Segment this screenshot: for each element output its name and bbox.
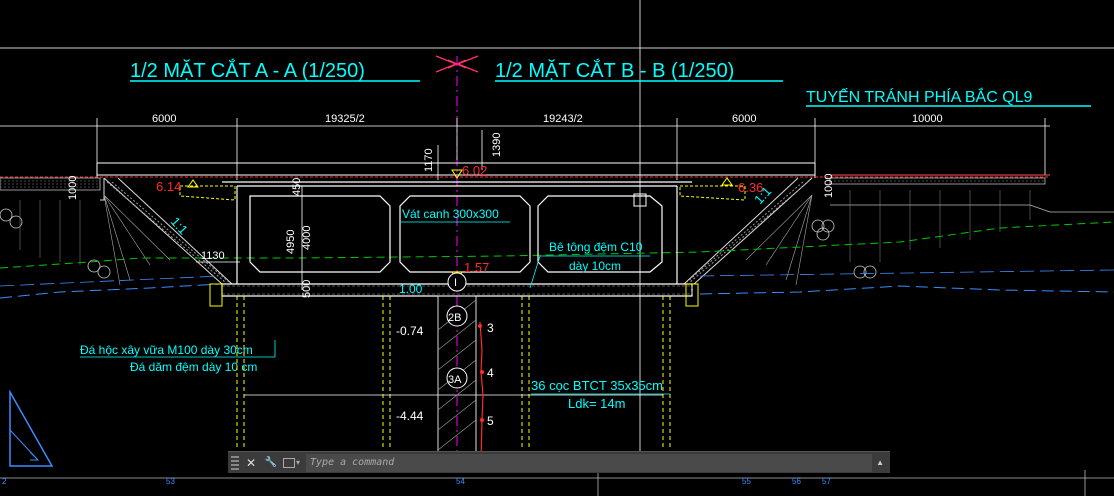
spt-label-4: 4: [487, 366, 494, 380]
wrench-icon[interactable]: 🔧: [263, 457, 279, 468]
recent-commands-icon[interactable]: ▾: [283, 457, 300, 468]
spt-point-3: [480, 418, 484, 422]
natural-ground-right: [830, 204, 1114, 213]
command-history-up-icon[interactable]: ▲: [876, 458, 884, 467]
command-input[interactable]: [306, 453, 873, 472]
dim-right-6000: 6000: [732, 113, 756, 125]
ruler-label-6: 57: [822, 477, 831, 486]
dim-far-right: 10000: [912, 113, 943, 125]
dim-left-span: 19325/2: [325, 113, 365, 125]
note-fillet: Vát canh 300x300: [402, 207, 499, 221]
water-line-left-2: [0, 275, 221, 287]
dim-v-1000-right: 1000: [823, 174, 835, 198]
dim-v-1170: 1170: [423, 148, 435, 172]
ruler-label-2: 53: [166, 477, 175, 486]
note-piles-2: Ldk= 14m: [568, 396, 625, 411]
soil-fan-left: [103, 194, 171, 286]
elev-base: 1.00: [399, 282, 423, 296]
spt-label-5: 5: [487, 414, 494, 428]
dim-v-450: 450: [291, 178, 303, 196]
slope-left: 1:1: [168, 214, 191, 237]
command-line-grip-icon[interactable]: [231, 455, 239, 470]
elev-top: 6.02: [462, 163, 487, 178]
note-stone-1: Đá hộc xây vữa M100 dày 30cm: [80, 343, 253, 357]
borehole-mark: I: [454, 277, 457, 289]
spt-curve: [479, 321, 484, 461]
dim-h-1130: 1130: [201, 250, 225, 262]
spt-point-2: [480, 370, 484, 374]
ruler-label-3: 54: [456, 477, 465, 486]
elev-pile-b: -4.44: [396, 409, 424, 423]
dim-v-500: 500: [301, 280, 313, 298]
soil-fan-right: [745, 194, 813, 286]
dim-v-4950: 4950: [285, 230, 297, 254]
note-concrete-leader-2: [529, 255, 541, 289]
elev-pile-a: -0.74: [396, 324, 424, 338]
water-line-right: [699, 285, 1114, 295]
note-stone-2: Đá dăm đệm dày 10 cm: [130, 360, 257, 374]
top-dimension-line: [0, 118, 1050, 180]
water-line-left: [0, 283, 221, 299]
note-piles-1: 36 cọc BTCT 35x35cm: [531, 378, 663, 393]
ruler-label-5: 56: [792, 477, 801, 486]
dim-right-span: 19243/2: [543, 113, 583, 125]
command-line-bar[interactable]: ✕ 🔧 ▾ ▲: [228, 451, 890, 473]
note-concrete-2: dày 10cm: [569, 259, 621, 273]
ruler-label-1: 2: [2, 477, 7, 486]
title-section-b: 1/2 MẶT CẮT B - B (1/250): [495, 58, 734, 82]
ruler-label-4: 55: [742, 477, 751, 486]
spt-point-1: [478, 324, 482, 328]
cad-drawing-canvas[interactable]: 1/2 MẶT CẮT A - A (1/250) 1/2 MẶT CẮT B …: [0, 0, 1114, 496]
layer-3a: 3A: [448, 374, 462, 386]
elevation-marker-right-icon: [721, 177, 733, 186]
spt-label-3: 3: [487, 321, 494, 335]
elev-bottom: 1.57: [464, 260, 489, 275]
ucs-icon: [9, 390, 54, 467]
pavement-hatch-right: [829, 177, 1046, 185]
dim-left-6000: 6000: [152, 113, 176, 125]
note-concrete-1: Bê tông đệm C10: [549, 240, 643, 254]
title-route: TUYẾN TRÁNH PHÍA BẮC QL9: [806, 87, 1033, 106]
title-section-a: 1/2 MẶT CẮT A - A (1/250): [130, 58, 365, 82]
layer-2b: 2B: [448, 312, 461, 324]
dim-v-1000-left: 1000: [67, 176, 79, 200]
dim-v-4000: 4000: [301, 226, 313, 250]
elev-left: 6.14: [156, 179, 181, 194]
dim-v-1390: 1390: [491, 133, 503, 157]
pavement-hatch-left: [0, 177, 101, 191]
water-line-right-2: [699, 269, 1114, 277]
close-icon[interactable]: ✕: [243, 456, 259, 470]
